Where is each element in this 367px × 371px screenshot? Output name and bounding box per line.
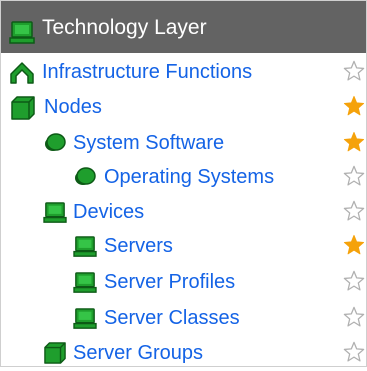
tree-item-label[interactable]: Server Profiles <box>104 270 235 294</box>
tree-item-devices[interactable]: Devices <box>1 194 366 230</box>
technology-layer-panel: Technology Layer Infrastructure Function… <box>0 0 367 367</box>
device-monitor-icon <box>73 272 97 293</box>
device-monitor-icon <box>43 202 67 223</box>
node-cube-icon <box>11 96 35 120</box>
panel-header: Technology Layer <box>1 1 366 53</box>
tree-item-nodes[interactable]: Nodes <box>1 89 366 125</box>
tree-item-server-groups[interactable]: Server Groups <box>1 335 366 371</box>
tree-item-servers[interactable]: Servers <box>1 228 366 264</box>
device-monitor-icon <box>9 21 35 44</box>
tree-item-infrastructure-functions[interactable]: Infrastructure Functions <box>1 54 366 90</box>
tree-item-server-profiles[interactable]: Server Profiles <box>1 264 366 300</box>
tree-item-label[interactable]: Infrastructure Functions <box>42 60 252 84</box>
system-software-disc-icon <box>75 167 96 185</box>
panel-title: Technology Layer <box>42 16 207 39</box>
tree-item-label[interactable]: Servers <box>104 234 173 258</box>
tree-item-label[interactable]: Server Classes <box>104 306 240 330</box>
device-monitor-icon <box>73 308 97 329</box>
favorite-star-icon[interactable] <box>343 131 365 153</box>
tree-item-operating-systems[interactable]: Operating Systems <box>1 159 366 195</box>
favorite-star-icon[interactable] <box>343 165 365 187</box>
device-monitor-icon <box>73 236 97 257</box>
favorite-star-icon[interactable] <box>343 200 365 222</box>
favorite-star-icon[interactable] <box>343 270 365 292</box>
favorite-star-icon[interactable] <box>343 95 365 117</box>
function-chevron-icon <box>10 62 34 84</box>
node-cube-icon <box>44 342 66 364</box>
favorite-star-icon[interactable] <box>343 341 365 363</box>
tree-item-label[interactable]: Nodes <box>44 95 102 119</box>
system-software-disc-icon <box>45 133 66 151</box>
tree-item-label[interactable]: Operating Systems <box>104 165 274 189</box>
tree-item-server-classes[interactable]: Server Classes <box>1 300 366 336</box>
favorite-star-icon[interactable] <box>343 234 365 256</box>
favorite-star-icon[interactable] <box>343 306 365 328</box>
tree-item-label[interactable]: Devices <box>73 200 144 224</box>
tree-item-label[interactable]: Server Groups <box>73 341 203 365</box>
tree-item-label[interactable]: System Software <box>73 131 224 155</box>
tree-item-system-software[interactable]: System Software <box>1 125 366 161</box>
favorite-star-icon[interactable] <box>343 60 365 82</box>
